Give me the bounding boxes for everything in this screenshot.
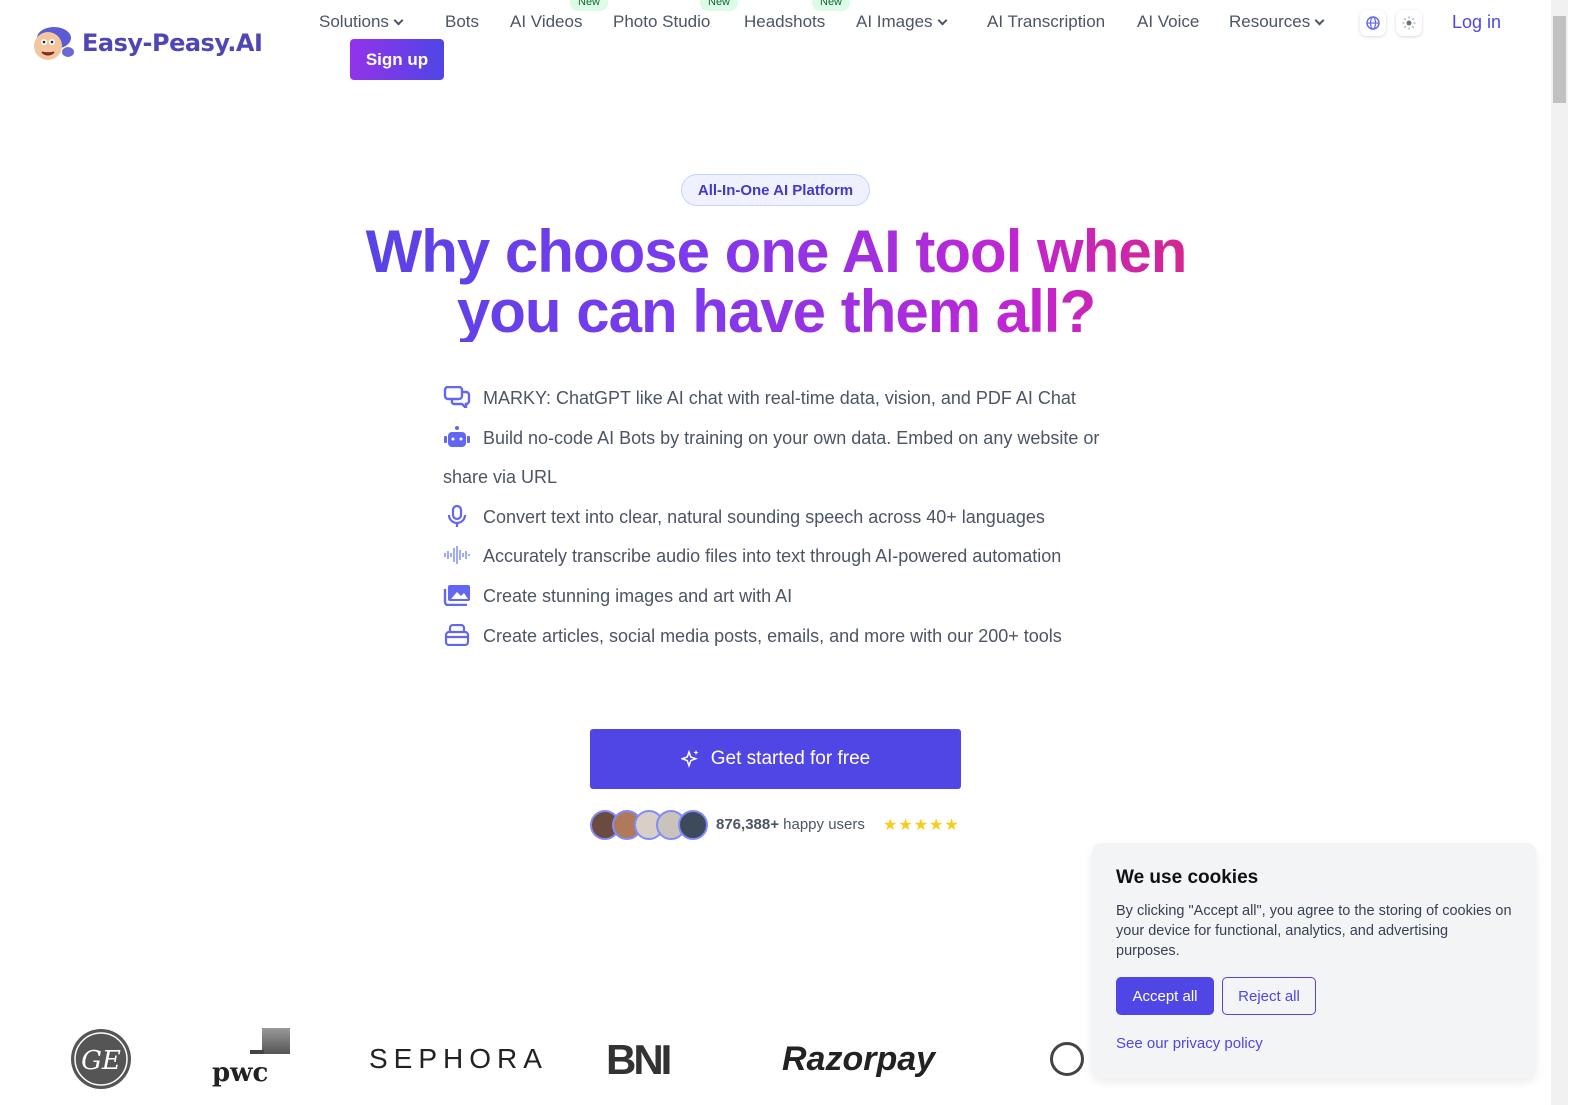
cookie-body: By clicking "Accept all", you agree to t… bbox=[1116, 903, 1512, 959]
nav-label: Bots bbox=[445, 12, 480, 31]
nav-label: Headshots bbox=[744, 12, 826, 31]
nav-label: Solutions bbox=[319, 12, 389, 31]
nav-label: AI Voice bbox=[1137, 12, 1200, 31]
new-badge: New bbox=[700, 0, 739, 11]
feature-text: Create articles, social media posts, ema… bbox=[483, 625, 1062, 646]
scrollbar[interactable] bbox=[1551, 0, 1568, 1105]
theme-toggle[interactable] bbox=[1396, 10, 1422, 36]
accept-all-button[interactable]: Accept all bbox=[1116, 977, 1214, 1015]
feature-text: Convert text into clear, natural soundin… bbox=[483, 506, 1045, 527]
login-link[interactable]: Log in bbox=[1452, 12, 1501, 33]
privacy-policy-link[interactable]: See our privacy policy bbox=[1116, 1035, 1512, 1052]
scrollbar-thumb[interactable] bbox=[1553, 16, 1566, 103]
chevron-down-icon bbox=[1314, 15, 1325, 25]
nav-ai-videos[interactable]: AI Videos bbox=[510, 12, 582, 32]
bni-logo: BNI bbox=[606, 1036, 672, 1083]
feature-item: Create stunning images and art with AI bbox=[443, 577, 1111, 617]
chevron-down-icon bbox=[393, 15, 404, 25]
nav-label: AI Videos bbox=[510, 12, 583, 31]
nav-bots[interactable]: Bots bbox=[445, 12, 479, 32]
microphone-icon bbox=[447, 504, 467, 527]
takashimaya-logo bbox=[1050, 1042, 1084, 1076]
avatar bbox=[678, 810, 708, 840]
feature-item: Convert text into clear, natural soundin… bbox=[443, 498, 1111, 538]
nav-label: AI Transcription bbox=[987, 12, 1106, 31]
platform-pill: All-In-One AI Platform bbox=[681, 174, 870, 206]
feature-list: MARKY: ChatGPT like AI chat with real-ti… bbox=[443, 379, 1111, 656]
mascot-icon bbox=[34, 27, 74, 60]
ge-logo: GE bbox=[71, 1029, 131, 1089]
feature-item: Accurately transcribe audio files into t… bbox=[443, 537, 1111, 577]
signup-button[interactable]: Sign up bbox=[350, 39, 444, 80]
feature-text: Build no-code AI Bots by training on you… bbox=[443, 427, 1100, 488]
reject-all-button[interactable]: Reject all bbox=[1222, 977, 1316, 1015]
sparkles-icon bbox=[680, 749, 699, 768]
robot-icon bbox=[444, 425, 470, 447]
happy-users: 876,388+ happy users bbox=[716, 816, 865, 833]
headline-line-1: Why choose one AI tool when bbox=[365, 218, 1187, 285]
get-started-button[interactable]: Get started for free bbox=[590, 729, 961, 789]
cta-label: Get started for free bbox=[710, 748, 871, 769]
svg-text:GE: GE bbox=[81, 1046, 121, 1076]
waveform-icon bbox=[444, 546, 470, 565]
brand-logo[interactable]: Easy-Peasy.AI bbox=[30, 24, 263, 62]
nav-headshots[interactable]: Headshots bbox=[744, 12, 825, 32]
feature-item: Build no-code AI Bots by training on you… bbox=[443, 419, 1111, 498]
razorpay-logo: Razorpay bbox=[782, 1040, 936, 1078]
cookie-title: We use cookies bbox=[1116, 867, 1259, 888]
brand-name: Easy-Peasy.AI bbox=[82, 29, 263, 57]
new-badge: New bbox=[812, 0, 851, 11]
users-label: happy users bbox=[783, 816, 865, 833]
users-count: 876,388+ bbox=[716, 816, 779, 833]
headline-line-2: you can have them all? bbox=[456, 278, 1096, 345]
nav-label: Resources bbox=[1229, 12, 1311, 31]
nav-ai-transcription[interactable]: AI Transcription bbox=[987, 12, 1105, 32]
nav-ai-voice[interactable]: AI Voice bbox=[1137, 12, 1199, 32]
chat-icon bbox=[443, 386, 471, 408]
stack-icon bbox=[444, 623, 470, 646]
feature-item: MARKY: ChatGPT like AI chat with real-ti… bbox=[443, 379, 1111, 419]
chevron-down-icon bbox=[937, 15, 947, 25]
nav-solutions[interactable]: Solutions bbox=[319, 12, 404, 32]
nav-ai-images[interactable]: AI Images bbox=[856, 12, 947, 32]
feature-text: Create stunning images and art with AI bbox=[483, 585, 793, 606]
image-icon bbox=[443, 584, 470, 606]
nav-label: Photo Studio bbox=[613, 12, 711, 31]
globe-icon bbox=[1366, 16, 1380, 30]
nav-resources[interactable]: Resources bbox=[1229, 12, 1325, 32]
rating-stars: ★★★★★ bbox=[883, 817, 960, 834]
feature-text: MARKY: ChatGPT like AI chat with real-ti… bbox=[483, 388, 1076, 408]
cookie-banner: We use cookies By clicking "Accept all",… bbox=[1092, 843, 1536, 1078]
language-button[interactable] bbox=[1360, 10, 1386, 36]
hero-headline: Why choose one AI tool when you can have … bbox=[300, 222, 1252, 342]
pwc-logo: pwc bbox=[212, 1028, 292, 1088]
sephora-logo: SEPHORA bbox=[369, 1043, 548, 1074]
user-avatars bbox=[590, 810, 708, 840]
feature-item: Create articles, social media posts, ema… bbox=[443, 617, 1111, 657]
nav-photo-studio[interactable]: Photo Studio bbox=[613, 12, 710, 32]
feature-text: Accurately transcribe audio files into t… bbox=[483, 546, 1062, 567]
new-badge: New bbox=[570, 0, 609, 11]
sun-icon bbox=[1402, 16, 1416, 30]
nav-label: AI Images bbox=[856, 12, 933, 31]
